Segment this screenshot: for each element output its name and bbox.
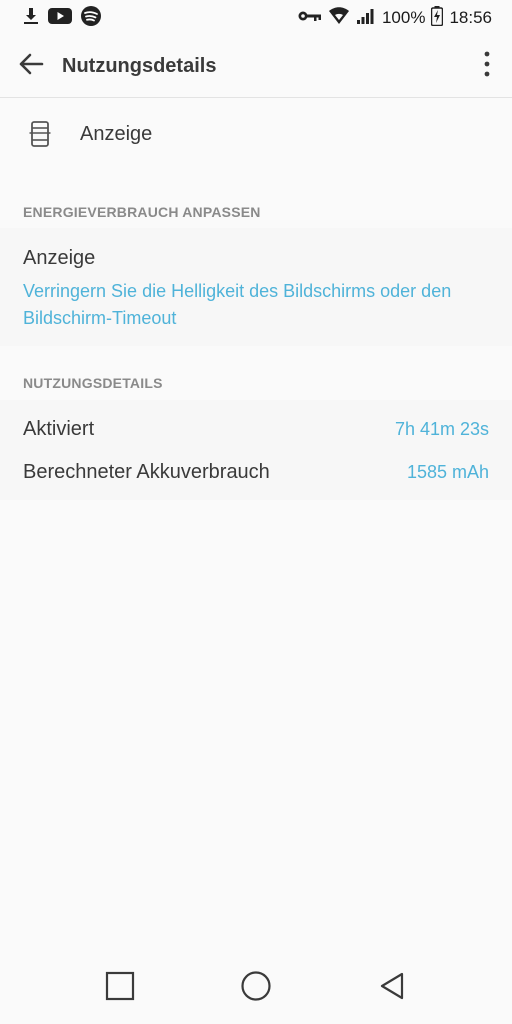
overflow-menu-button[interactable] bbox=[462, 36, 512, 98]
home-circle-icon bbox=[240, 970, 272, 1007]
recents-square-icon bbox=[105, 971, 135, 1006]
nav-back-button[interactable] bbox=[324, 952, 460, 1024]
back-button[interactable] bbox=[0, 36, 62, 98]
usage-row: Aktiviert 7h 41m 23s bbox=[23, 418, 489, 441]
vpn-key-icon bbox=[298, 9, 322, 28]
signal-icon bbox=[356, 7, 376, 30]
recents-button[interactable] bbox=[52, 952, 188, 1024]
usage-value-active: 7h 41m 23s bbox=[394, 419, 489, 439]
status-left-icons bbox=[22, 5, 102, 32]
suggestion-text: Verringern Sie die Helligkeit des Bildsc… bbox=[23, 281, 452, 328]
battery-percent: 100% bbox=[381, 8, 426, 27]
download-icon bbox=[22, 7, 40, 30]
usage-details-panel bbox=[0, 400, 512, 500]
usage-label-active: Aktiviert bbox=[23, 418, 95, 440]
section-header-adjust: ENERGIEVERBRAUCH ANPASSEN bbox=[23, 204, 261, 220]
status-bar: 100% 18:56 bbox=[0, 0, 512, 36]
status-right-icons: 100% 18:56 bbox=[298, 5, 492, 31]
more-vertical-icon bbox=[484, 51, 490, 82]
suggestion-title: Anzeige bbox=[23, 247, 96, 269]
spotify-icon bbox=[80, 5, 102, 32]
back-triangle-icon bbox=[378, 971, 406, 1006]
app-entry-label: Anzeige bbox=[80, 122, 153, 145]
usage-value-battery: 1585 mAh bbox=[406, 462, 489, 482]
battery-charging-icon bbox=[431, 5, 444, 31]
app-entry: Anzeige bbox=[0, 98, 512, 170]
display-icon bbox=[0, 121, 80, 147]
clock: 18:56 bbox=[449, 8, 492, 27]
youtube-icon bbox=[48, 7, 72, 30]
wifi-icon bbox=[328, 6, 350, 30]
arrow-left-icon bbox=[18, 53, 44, 80]
page-title: Nutzungsdetails bbox=[62, 55, 217, 77]
usage-row: Berechneter Akkuverbrauch 1585 mAh bbox=[23, 461, 489, 484]
navigation-bar bbox=[0, 952, 512, 1024]
section-header-usage: NUTZUNGSDETAILS bbox=[23, 375, 163, 391]
app-bar: Nutzungsdetails bbox=[0, 36, 512, 98]
home-button[interactable] bbox=[188, 952, 324, 1024]
usage-label-battery: Berechneter Akkuverbrauch bbox=[23, 461, 270, 483]
